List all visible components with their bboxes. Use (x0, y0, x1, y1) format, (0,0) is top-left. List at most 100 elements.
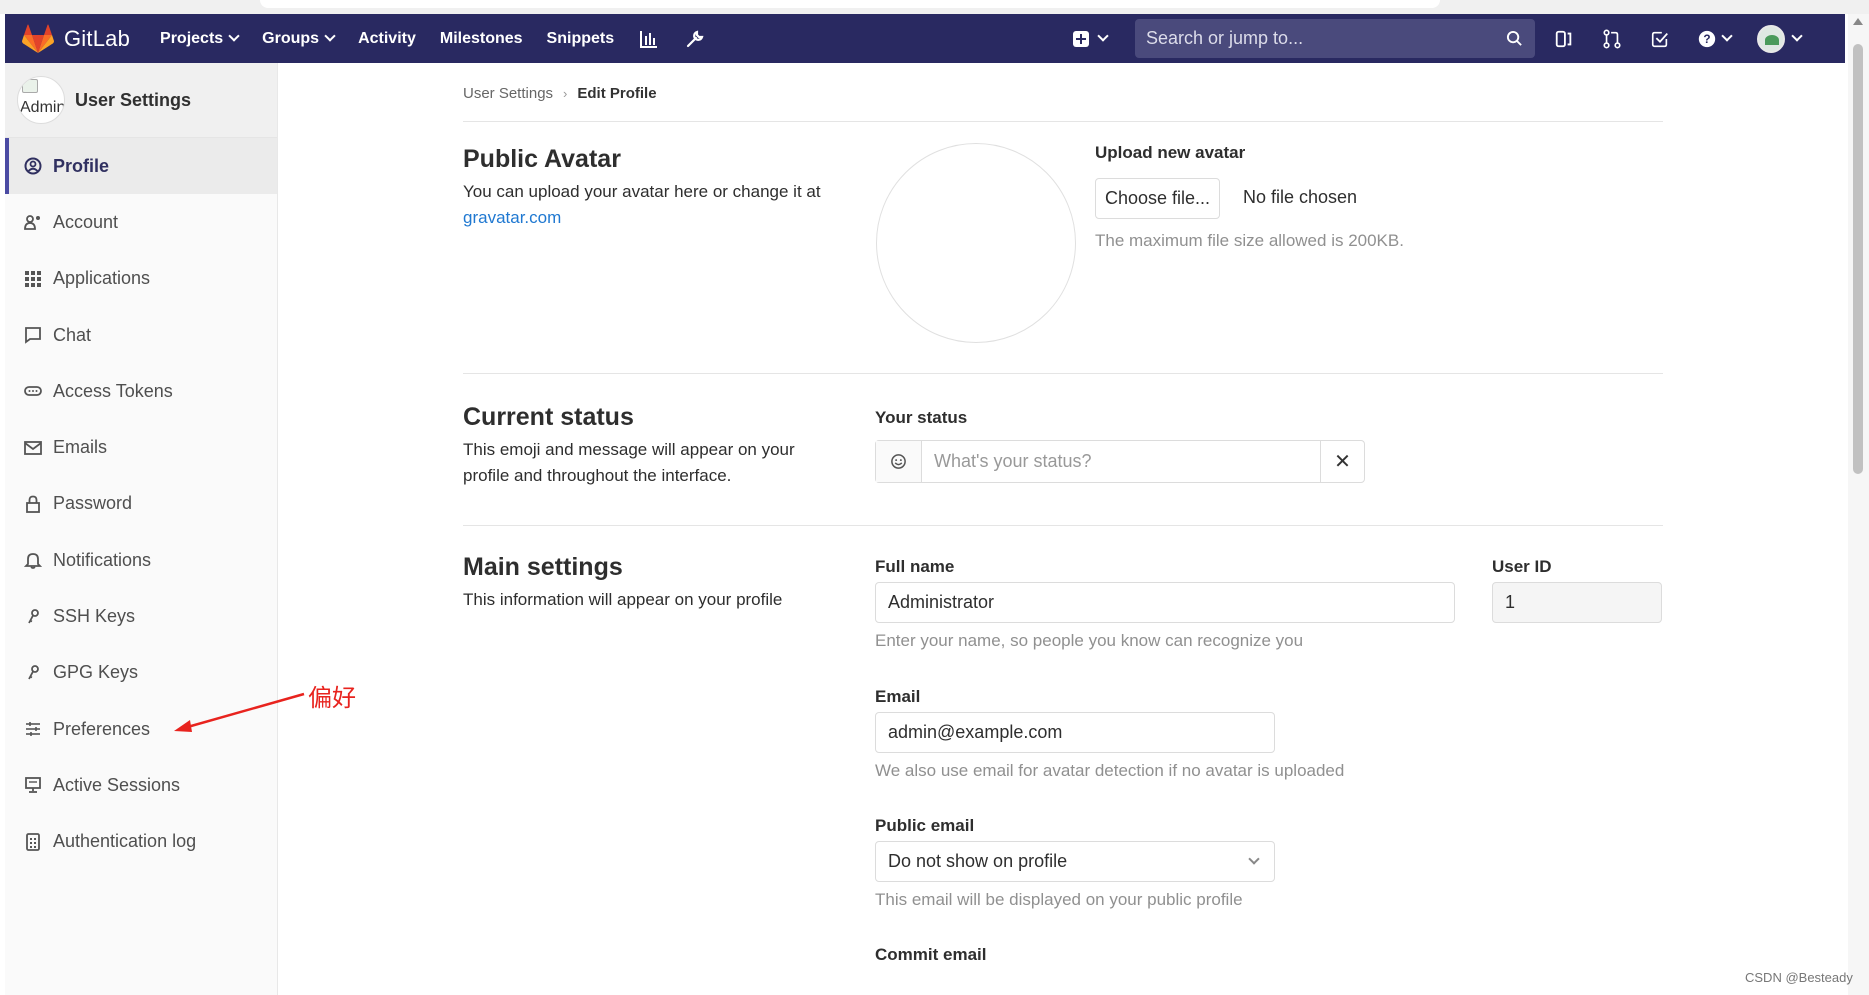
sidebar-item-label: Access Tokens (53, 380, 173, 401)
chat-icon (23, 325, 43, 345)
todo-icon[interactable] (1649, 28, 1671, 50)
sidebar-item-chat[interactable]: Chat (5, 307, 277, 363)
public-email-value: Do not show on profile (888, 851, 1068, 871)
chevron-down-icon (324, 30, 336, 42)
smiley-icon (891, 454, 906, 469)
sidebar-item-label: Password (53, 493, 133, 514)
email-input[interactable] (875, 712, 1275, 753)
sidebar-item-authentication-log[interactable]: Authentication log (5, 814, 277, 870)
issues-icon[interactable] (1553, 28, 1575, 50)
log-icon (23, 832, 43, 852)
nav-milestones[interactable]: Milestones (440, 30, 523, 48)
sidebar-item-emails[interactable]: Emails (5, 419, 277, 475)
breadcrumb-current[interactable]: Edit Profile (577, 85, 656, 102)
sidebar-item-notifications[interactable]: Notifications (5, 532, 277, 588)
sidebar-item-label: Applications (53, 268, 151, 289)
scroll-thumb[interactable] (1853, 44, 1863, 474)
nav-snippets[interactable]: Snippets (547, 30, 615, 48)
public-email-label: Public email (875, 816, 975, 835)
sidebar-header[interactable]: Admin User Settings (5, 63, 277, 138)
nav-projects[interactable]: Projects (160, 30, 240, 48)
merge-request-icon[interactable] (1601, 28, 1623, 50)
full-name-input[interactable] (875, 582, 1455, 623)
breadcrumb: User Settings › Edit Profile (463, 85, 657, 102)
divider (463, 121, 1663, 122)
chevron-down-icon (228, 30, 240, 42)
token-icon (23, 381, 43, 401)
clear-status-button[interactable]: ✕ (1320, 441, 1364, 482)
avatar-alt-text: Admin (20, 99, 65, 116)
scroll-up-arrow-icon[interactable] (1853, 18, 1863, 25)
gitlab-logo[interactable]: GitLab (22, 24, 130, 54)
nav-activity[interactable]: Activity (358, 30, 416, 48)
bell-icon (23, 550, 43, 570)
nav-links: Projects Groups Activity Milestones Snip… (160, 28, 730, 50)
browser-top-strip (0, 0, 1869, 14)
email-help: We also use email for avatar detection i… (875, 761, 1345, 780)
status-input[interactable] (922, 441, 1320, 482)
search-input[interactable] (1146, 28, 1486, 49)
key-icon (23, 663, 43, 683)
sidebar-item-account[interactable]: Account (5, 194, 277, 250)
full-name-help: Enter your name, so people you know can … (875, 631, 1304, 650)
nav-groups[interactable]: Groups (262, 29, 336, 48)
applications-icon (23, 269, 43, 289)
help-icon[interactable]: ? (1697, 28, 1733, 50)
sidebar-item-label: Active Sessions (53, 774, 181, 795)
your-status-label: Your status (875, 408, 968, 427)
plus-square-icon (1073, 30, 1089, 47)
status-section-desc: This emoji and message will appear on yo… (463, 440, 795, 485)
user-id-input (1492, 582, 1662, 623)
key-icon (23, 607, 43, 627)
new-menu[interactable] (1073, 14, 1109, 63)
sidebar-item-active-sessions[interactable]: Active Sessions (5, 757, 277, 813)
watermark: CSDN @Besteady (1745, 970, 1853, 985)
search-icon[interactable] (1506, 30, 1523, 52)
sidebar-item-label: Preferences (53, 718, 151, 739)
sidebar-item-profile[interactable]: Profile (5, 138, 277, 195)
breadcrumb-parent[interactable]: User Settings (463, 85, 553, 102)
public-email-help: This email will be displayed on your pub… (875, 890, 1243, 909)
status-section-title: Current status (463, 403, 634, 431)
emoji-button[interactable] (876, 441, 922, 482)
avatar-desc-text: You can upload your avatar here or chang… (463, 182, 821, 201)
no-file-text: No file chosen (1243, 187, 1358, 207)
monitor-icon (23, 775, 43, 795)
mail-icon (23, 438, 43, 458)
brand-name: GitLab (64, 25, 131, 51)
gitlab-fox-icon (22, 24, 54, 53)
user-menu[interactable] (1757, 24, 1803, 53)
public-email-select[interactable]: Do not show on profile (875, 841, 1275, 882)
settings-sidebar: Admin User Settings Profile Account Appl… (5, 63, 278, 995)
sidebar-item-applications[interactable]: Applications (5, 251, 277, 307)
sidebar-title: User Settings (75, 89, 192, 110)
search-box[interactable] (1135, 19, 1535, 58)
full-name-label: Full name (875, 557, 955, 576)
bar-chart-icon[interactable] (638, 28, 660, 50)
sidebar-item-label: SSH Keys (53, 606, 136, 627)
sidebar-item-label: Authentication log (53, 831, 197, 852)
sliders-icon (23, 719, 43, 739)
avatar (1757, 24, 1785, 53)
sidebar-item-access-tokens[interactable]: Access Tokens (5, 363, 277, 419)
annotation-arrow-icon (174, 692, 305, 732)
nav-groups-label: Groups (262, 29, 320, 47)
sidebar-item-label: GPG Keys (53, 662, 139, 683)
sidebar-item-label: Notifications (53, 549, 152, 570)
choose-file-button[interactable]: Choose file... (1095, 178, 1220, 219)
main-section-desc: This information will appear on your pro… (463, 590, 783, 609)
page-scrollbar[interactable] (1848, 14, 1869, 995)
sidebar-item-password[interactable]: Password (5, 476, 277, 532)
avatar: Admin (17, 76, 65, 124)
nav-user-icons: ? (1553, 14, 1827, 63)
sidebar-item-ssh-keys[interactable]: SSH Keys (5, 588, 277, 644)
annotation-text: 偏好 (308, 684, 356, 712)
avatar-section-title: Public Avatar (463, 145, 621, 173)
sidebar-item-label: Profile (53, 155, 110, 176)
profile-icon (23, 156, 43, 176)
avatar-preview (876, 143, 1076, 343)
sidebar-item-label: Chat (53, 324, 92, 345)
wrench-icon[interactable] (684, 28, 706, 50)
gravatar-link[interactable]: gravatar.com (463, 208, 561, 227)
chevron-right-icon: › (563, 86, 568, 101)
